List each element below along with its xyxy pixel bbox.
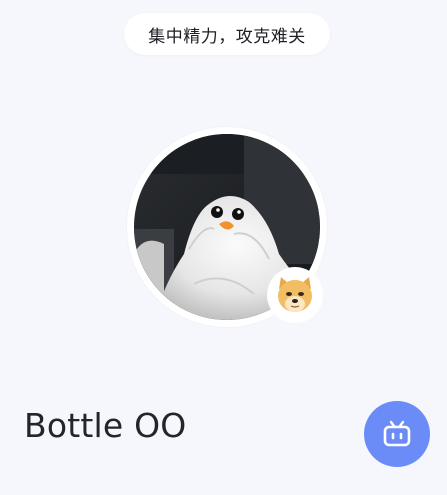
status-bubble: 集中精力，攻克难关 bbox=[124, 13, 330, 55]
avatar-container[interactable] bbox=[127, 127, 327, 327]
doge-icon bbox=[278, 277, 312, 312]
status-text: 集中精力，攻克难关 bbox=[148, 26, 306, 47]
robot-icon bbox=[383, 420, 411, 447]
username: Bottle OO bbox=[24, 406, 187, 445]
bot-button[interactable] bbox=[364, 401, 430, 467]
profile-screen: 集中精力，攻克难关 Bottle OO bbox=[0, 0, 447, 495]
doge-badge bbox=[267, 267, 323, 323]
